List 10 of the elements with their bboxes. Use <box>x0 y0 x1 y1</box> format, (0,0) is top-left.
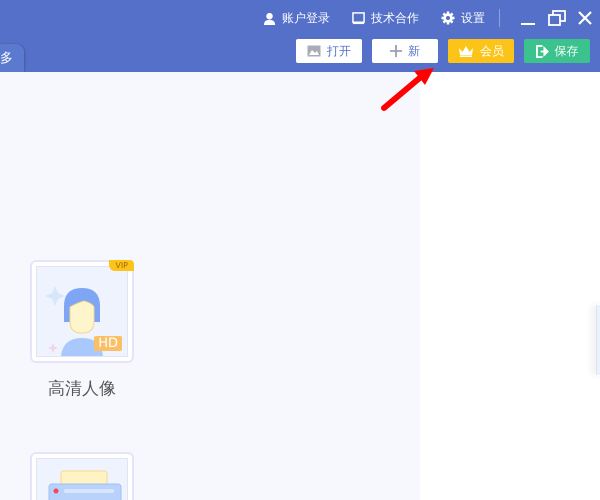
monitor-link[interactable]: 技术合作 <box>352 10 419 26</box>
vip-badge: VIP <box>109 260 134 271</box>
hd-tag: HD <box>94 336 122 351</box>
gear-link[interactable]: 设置 <box>441 10 485 26</box>
account-link[interactable]: 账户登录 <box>263 10 330 26</box>
tab[interactable]: 多 <box>0 44 24 72</box>
feature-card[interactable]: VIP HD <box>30 260 134 363</box>
new-button[interactable]: 新 <box>372 39 438 63</box>
feature-label: 高清人像 <box>48 378 116 400</box>
open-button[interactable]: 打开 <box>296 39 362 63</box>
